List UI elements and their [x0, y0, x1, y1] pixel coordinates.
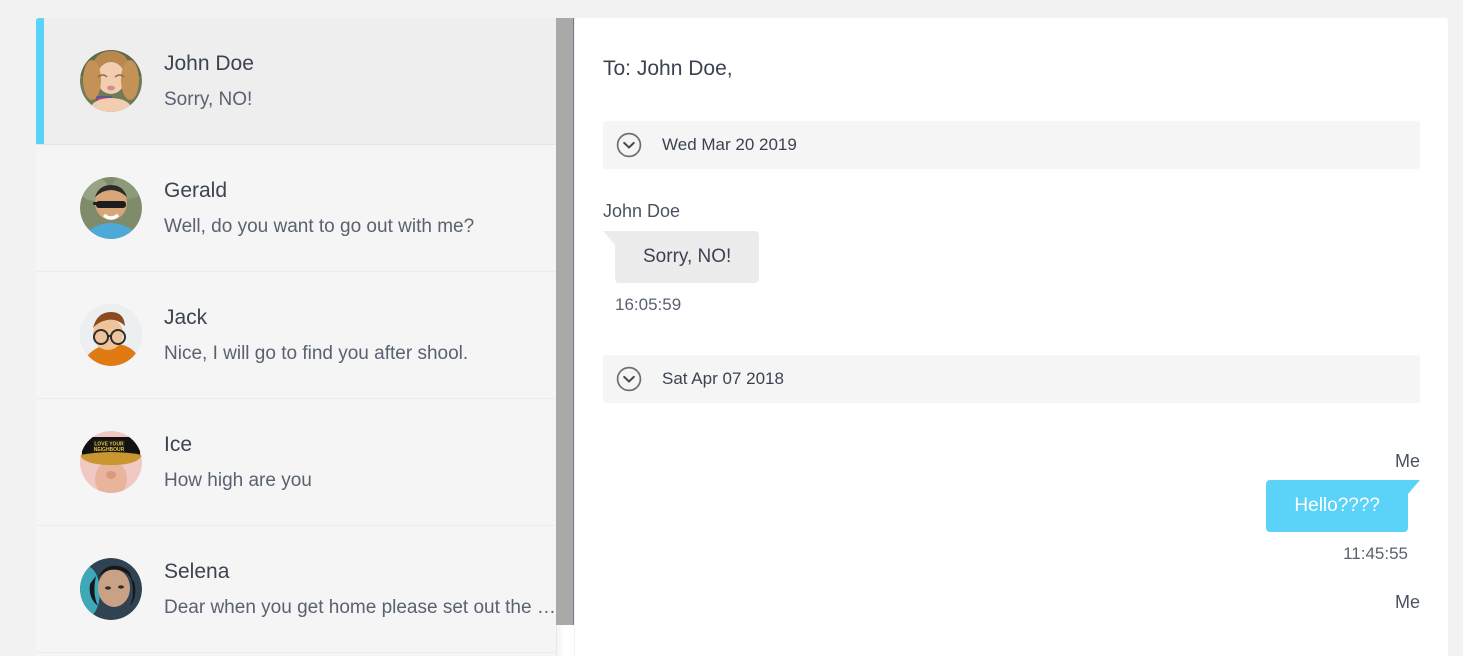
conversation-item-selena[interactable]: Selena Dear when you get home please set…	[36, 526, 574, 653]
conversation-list-scrollbar[interactable]	[556, 18, 574, 656]
conversation-list: John Doe Sorry, NO! Gerald Well, do you …	[36, 18, 574, 656]
chat-app: John Doe Sorry, NO! Gerald Well, do you …	[0, 0, 1463, 656]
conversation-preview: Sorry, NO!	[164, 88, 253, 110]
date-divider-second[interactable]: Sat Apr 07 2018	[603, 354, 1420, 403]
conversation-name: John Doe	[164, 51, 254, 75]
chevron-down-circle-icon	[616, 132, 642, 158]
conversation-name: Jack	[164, 305, 208, 329]
message-thread-content: To: John Doe, Wed Mar 20 2019 John Doe S…	[575, 18, 1448, 613]
chevron-down-circle-icon	[616, 366, 642, 391]
conversation-text: Gerald Well, do you want to go out with …	[164, 178, 574, 239]
conversation-preview: Well, do you want to go out with me?	[164, 215, 475, 237]
avatar	[80, 304, 142, 366]
conversation-name: Gerald	[164, 178, 228, 202]
conversation-list-panel: John Doe Sorry, NO! Gerald Well, do you …	[36, 18, 574, 656]
avatar	[80, 558, 142, 620]
conversation-item-john-doe[interactable]: John Doe Sorry, NO!	[36, 18, 574, 145]
avatar	[80, 50, 142, 112]
date-divider-label: Wed Mar 20 2019	[662, 135, 797, 155]
message-timestamp: 16:05:59	[615, 294, 682, 314]
message-thread-panel: To: John Doe, Wed Mar 20 2019 John Doe S…	[575, 18, 1448, 656]
conversation-text: John Doe Sorry, NO!	[164, 51, 574, 112]
conversation-text: Jack Nice, I will go to find you after s…	[164, 305, 574, 366]
conversation-text: Selena Dear when you get home please set…	[164, 559, 574, 620]
conversation-name: Selena	[164, 559, 230, 583]
scrollbar-thumb[interactable]	[556, 18, 574, 625]
message-bubble-incoming[interactable]: Sorry, NO!	[602, 230, 760, 283]
avatar: LOVE YOUR NEIGHBOUR	[80, 431, 142, 493]
message-group-incoming: John Doe Sorry, NO! 16:05:59	[602, 201, 1420, 314]
selected-accent-bar	[36, 18, 44, 144]
message-group-outgoing-partial: Me	[603, 592, 1420, 614]
message-author: John Doe	[603, 201, 681, 222]
avatar	[80, 177, 142, 239]
date-divider-first[interactable]: Wed Mar 20 2019	[603, 121, 1420, 170]
conversation-preview: Dear when you get home please set out th…	[164, 596, 556, 618]
conversation-item-gerald[interactable]: Gerald Well, do you want to go out with …	[36, 145, 574, 272]
conversation-preview: Nice, I will go to find you after shool.	[164, 342, 469, 364]
message-author: Me	[1394, 450, 1420, 471]
message-group-outgoing: Me Hello???? 11:45:55	[603, 451, 1420, 564]
message-timestamp: 11:45:55	[1343, 543, 1408, 563]
svg-text:NEIGHBOUR: NEIGHBOUR	[94, 447, 125, 453]
thread-recipient-header: To: John Doe,	[603, 57, 733, 80]
conversation-item-jack[interactable]: Jack Nice, I will go to find you after s…	[36, 272, 574, 399]
conversation-text: Ice How high are you	[164, 432, 574, 493]
conversation-item-ice[interactable]: LOVE YOUR NEIGHBOUR Ice How high are you	[36, 399, 574, 526]
date-divider-label: Sat Apr 07 2018	[662, 368, 784, 388]
conversation-preview: How high are you	[164, 469, 312, 491]
message-author: Me	[1394, 591, 1420, 612]
conversation-name: Ice	[164, 432, 193, 456]
message-bubble-row: Hello????	[603, 480, 1420, 532]
message-bubble-row: Sorry, NO!	[602, 230, 1420, 283]
message-bubble-outgoing[interactable]: Hello????	[1266, 480, 1420, 532]
